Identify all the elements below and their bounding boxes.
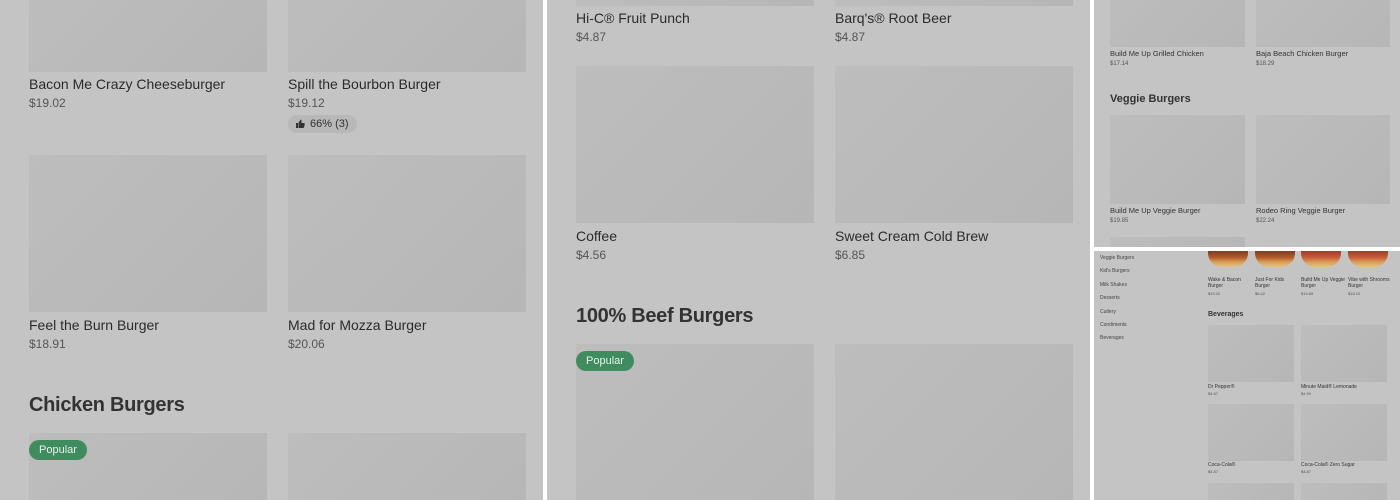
item-price: $19.12 bbox=[288, 96, 325, 110]
item-name[interactable]: Barq's® Root Beer bbox=[835, 10, 951, 26]
item-image[interactable] bbox=[1110, 115, 1245, 204]
item-image[interactable] bbox=[288, 433, 526, 500]
item-name[interactable]: Dr Pepper® bbox=[1208, 384, 1294, 390]
item-name[interactable]: Coca-Cola® Zero Sugar bbox=[1301, 462, 1387, 468]
item-price: $17.14 bbox=[1110, 61, 1129, 67]
item-name[interactable]: Feel the Burn Burger bbox=[29, 317, 159, 333]
item-name[interactable]: Coffee bbox=[576, 228, 617, 244]
item-price: $20.06 bbox=[288, 337, 325, 351]
item-name[interactable]: Wake & Bacon Burger bbox=[1208, 277, 1252, 289]
menu-panel-bottom-right: Veggie Burgers Kid's Burgers Milk Shakes… bbox=[1094, 251, 1400, 500]
rating-text: 66% (3) bbox=[310, 118, 349, 130]
item-price: $4.56 bbox=[576, 248, 607, 262]
item-price: $19.02 bbox=[1208, 291, 1221, 296]
menu-panel-middle: Hi-C® Fruit Punch $4.87 Barq's® Root Bee… bbox=[547, 0, 1090, 500]
item-price: $4.87 bbox=[576, 30, 607, 44]
item-image[interactable] bbox=[288, 0, 526, 72]
item-name[interactable]: Bacon Me Crazy Cheeseburger bbox=[29, 76, 225, 92]
item-image[interactable] bbox=[576, 66, 814, 223]
item-image[interactable] bbox=[29, 155, 267, 312]
nav-item-veggie-burgers[interactable]: Veggie Burgers bbox=[1100, 255, 1134, 261]
item-price: $18.91 bbox=[29, 337, 66, 351]
item-name[interactable]: Mad for Mozza Burger bbox=[288, 317, 427, 333]
item-price: $18.29 bbox=[1256, 61, 1275, 67]
burger-image[interactable] bbox=[1301, 251, 1341, 267]
item-image[interactable] bbox=[835, 0, 1073, 6]
section-heading: Beverages bbox=[1208, 311, 1244, 318]
item-price: $19.85 bbox=[1110, 218, 1129, 224]
item-name[interactable]: Build Me Up Veggie Burger bbox=[1110, 206, 1200, 215]
item-name[interactable]: Sweet Cream Cold Brew bbox=[835, 228, 988, 244]
item-image[interactable] bbox=[1208, 404, 1294, 461]
popular-badge: Popular bbox=[576, 351, 634, 371]
nav-item-desserts[interactable]: Desserts bbox=[1100, 295, 1120, 301]
nav-item-milk-shakes[interactable]: Milk Shakes bbox=[1100, 282, 1127, 288]
item-image[interactable] bbox=[29, 0, 267, 72]
item-price: $4.87 bbox=[1301, 469, 1312, 474]
item-image[interactable] bbox=[1256, 0, 1390, 47]
item-price: $6.85 bbox=[835, 248, 866, 262]
item-name[interactable]: Hi-C® Fruit Punch bbox=[576, 10, 690, 26]
item-image[interactable] bbox=[1301, 404, 1387, 461]
item-image[interactable] bbox=[1301, 325, 1387, 382]
item-name[interactable]: Spill the Bourbon Burger bbox=[288, 76, 441, 92]
item-price: $22.24 bbox=[1256, 218, 1275, 224]
item-image[interactable] bbox=[1110, 0, 1245, 47]
item-price: $4.87 bbox=[1208, 391, 1219, 396]
item-name[interactable]: Build Me Up Grilled Chicken bbox=[1110, 49, 1204, 58]
item-name[interactable]: Baja Beach Chicken Burger bbox=[1256, 49, 1348, 58]
section-heading: 100% Beef Burgers bbox=[576, 305, 754, 327]
thumbs-up-icon bbox=[296, 119, 305, 128]
item-name[interactable]: Vibe with Shrooms Burger bbox=[1348, 277, 1392, 289]
item-price: $4.87 bbox=[1208, 469, 1219, 474]
item-price: $19.85 bbox=[1301, 291, 1314, 296]
section-heading: Chicken Burgers bbox=[29, 394, 185, 416]
rating-badge: 66% (3) bbox=[288, 115, 357, 133]
burger-image[interactable] bbox=[1208, 251, 1248, 267]
item-price: $4.99 bbox=[1301, 391, 1312, 396]
menu-panel-left: Bacon Me Crazy Cheeseburger $19.02 Spill… bbox=[0, 0, 543, 500]
item-image[interactable] bbox=[1208, 483, 1294, 500]
item-image[interactable] bbox=[1110, 237, 1245, 247]
burger-image[interactable] bbox=[1255, 251, 1295, 267]
item-image[interactable] bbox=[1208, 325, 1294, 382]
burger-image[interactable] bbox=[1348, 251, 1388, 267]
item-image[interactable] bbox=[1301, 483, 1387, 500]
item-name[interactable]: Rodeo Ring Veggie Burger bbox=[1256, 206, 1345, 215]
item-price: $19.02 bbox=[29, 96, 66, 110]
nav-item-beverages[interactable]: Beverages bbox=[1100, 335, 1124, 341]
item-price: $18.10 bbox=[1348, 291, 1361, 296]
item-image[interactable] bbox=[835, 66, 1073, 223]
item-image[interactable] bbox=[835, 344, 1073, 500]
item-name[interactable]: Just For Kids Burger bbox=[1255, 277, 1299, 289]
item-image[interactable] bbox=[576, 0, 814, 6]
item-price: $4.87 bbox=[835, 30, 866, 44]
popular-badge: Popular bbox=[29, 440, 87, 460]
item-name[interactable]: Minute Maid® Lemonade bbox=[1301, 384, 1387, 390]
item-name[interactable]: Build Me Up Veggie Burger bbox=[1301, 277, 1345, 289]
item-name[interactable]: Coca-Cola® bbox=[1208, 462, 1294, 468]
section-heading: Veggie Burgers bbox=[1110, 93, 1191, 105]
nav-item-cutlery[interactable]: Cutlery bbox=[1100, 309, 1116, 315]
item-price: $6.42 bbox=[1255, 291, 1266, 296]
menu-panel-top-right: Build Me Up Grilled Chicken $17.14 Baja … bbox=[1094, 0, 1400, 247]
item-image[interactable] bbox=[1256, 115, 1390, 204]
nav-item-condiments[interactable]: Condiments bbox=[1100, 322, 1127, 328]
item-image[interactable] bbox=[288, 155, 526, 312]
nav-item-kids-burgers[interactable]: Kid's Burgers bbox=[1100, 268, 1130, 274]
